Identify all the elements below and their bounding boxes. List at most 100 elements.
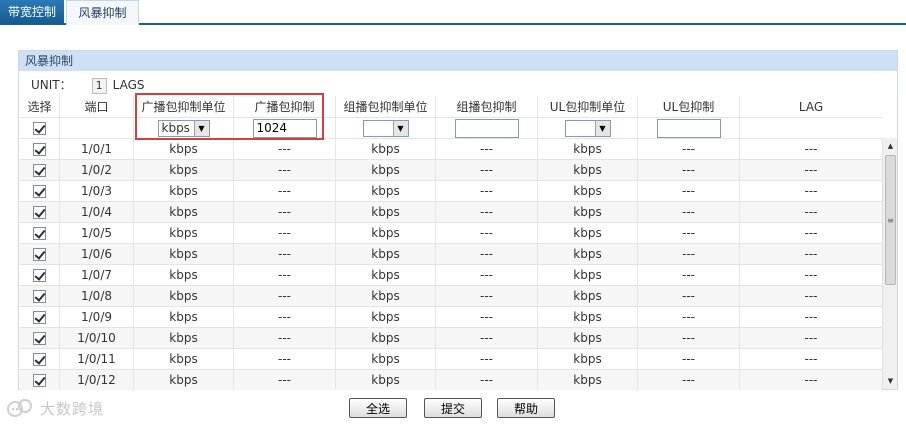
cell-multicast-rate: --- [436, 244, 538, 264]
chevron-down-icon: ▼ [594, 120, 610, 136]
watermark-logo-icon [7, 399, 32, 417]
ul-rate-input[interactable] [656, 118, 721, 138]
storm-control-panel: 风暴抑制 UNIT： 1 LAGS 选择 端口 广播包抑制单位 广播包抑制 组播包抑… [18, 50, 898, 390]
lags-link[interactable]: LAGS [113, 78, 145, 92]
cell-multicast-unit: kbps [336, 202, 436, 222]
cell-lag: --- [804, 247, 818, 261]
cell-port: 1/0/7 [60, 265, 134, 285]
cell-multicast-rate: --- [436, 370, 538, 390]
row-checkbox[interactable] [33, 247, 46, 261]
cell-ul-unit: kbps [538, 286, 638, 306]
table-row[interactable]: 1/0/9 kbps --- kbps --- kbps --- --- [20, 306, 882, 327]
cell-lag: --- [804, 205, 818, 219]
cell-ul-rate: --- [638, 328, 740, 348]
cell-lag: --- [804, 352, 818, 366]
cell-multicast-unit: kbps [336, 265, 436, 285]
broadcast-unit-select[interactable]: kbps ▼ [157, 119, 210, 137]
cell-multicast-unit: kbps [336, 139, 436, 159]
cell-multicast-unit: kbps [336, 307, 436, 327]
table-row[interactable]: 1/0/4 kbps --- kbps --- kbps --- --- [20, 201, 882, 222]
table-scrollbar[interactable]: ▲ ≡ ▼ [882, 138, 897, 389]
tab-storm-control[interactable]: 风暴抑制 [66, 0, 139, 25]
cell-broadcast-rate: --- [234, 160, 336, 180]
col-multicast-unit: 组播包抑制单位 [336, 96, 436, 117]
cell-broadcast-rate: --- [234, 286, 336, 306]
row-checkbox[interactable] [33, 142, 46, 156]
table-row[interactable]: 1/0/12 kbps --- kbps --- kbps --- --- [20, 369, 882, 390]
cell-broadcast-unit: kbps [134, 181, 234, 201]
submit-button[interactable]: 提交 [424, 398, 482, 418]
row-checkbox[interactable] [33, 163, 46, 177]
cell-multicast-unit: kbps [336, 349, 436, 369]
unit-row: UNIT： 1 LAGS [31, 76, 145, 94]
cell-ul-unit: kbps [538, 223, 638, 243]
unit-number-button[interactable]: 1 [91, 77, 107, 94]
watermark-text: 大数跨境 [40, 399, 105, 418]
tab-bandwidth-control[interactable]: 带宽控制 [0, 0, 64, 24]
cell-broadcast-unit: kbps [134, 244, 234, 264]
scroll-up-arrow-icon[interactable]: ▲ [883, 138, 898, 154]
multicast-unit-select[interactable]: ▼ [362, 119, 409, 137]
tab-bar: 带宽控制 风暴抑制 [0, 0, 906, 25]
col-broadcast-rate: 广播包抑制 [234, 96, 336, 117]
row-checkbox[interactable] [33, 373, 46, 387]
select-all-checkbox[interactable] [33, 121, 46, 135]
row-checkbox[interactable] [33, 331, 46, 345]
cell-lag: --- [804, 373, 818, 387]
table-row[interactable]: 1/0/2 kbps --- kbps --- kbps --- --- [20, 159, 882, 180]
ul-unit-select[interactable]: ▼ [564, 119, 611, 137]
cell-broadcast-rate: --- [234, 244, 336, 264]
cell-lag: --- [804, 163, 818, 177]
col-broadcast-unit: 广播包抑制单位 [134, 96, 234, 117]
port-table-body: 1/0/1 kbps --- kbps --- kbps --- --- 1/0/2 kbps --… [20, 138, 882, 390]
cell-multicast-unit: kbps [336, 286, 436, 306]
multicast-rate-input[interactable] [454, 118, 519, 138]
row-checkbox[interactable] [33, 226, 46, 240]
cell-broadcast-unit: kbps [134, 328, 234, 348]
select-all-button[interactable]: 全选 [349, 398, 407, 418]
cell-broadcast-rate: --- [234, 139, 336, 159]
col-port: 端口 [60, 96, 134, 117]
cell-ul-rate: --- [638, 244, 740, 264]
table-row[interactable]: 1/0/11 kbps --- kbps --- kbps --- --- [20, 348, 882, 369]
row-checkbox[interactable] [33, 289, 46, 303]
cell-lag: --- [804, 331, 818, 345]
cell-port: 1/0/10 [60, 328, 134, 348]
cell-multicast-rate: --- [436, 328, 538, 348]
table-row[interactable]: 1/0/5 kbps --- kbps --- kbps --- --- [20, 222, 882, 243]
cell-broadcast-rate: --- [234, 307, 336, 327]
cell-port: 1/0/8 [60, 286, 134, 306]
row-checkbox[interactable] [33, 268, 46, 282]
cell-multicast-unit: kbps [336, 328, 436, 348]
scrollbar-thumb[interactable]: ≡ [885, 155, 896, 285]
cell-ul-rate: --- [638, 202, 740, 222]
cell-broadcast-unit: kbps [134, 265, 234, 285]
cell-ul-rate: --- [638, 160, 740, 180]
cell-port: 1/0/9 [60, 307, 134, 327]
row-checkbox[interactable] [33, 184, 46, 198]
table-row[interactable]: 1/0/7 kbps --- kbps --- kbps --- --- [20, 264, 882, 285]
cell-broadcast-rate: --- [234, 328, 336, 348]
cell-multicast-rate: --- [436, 349, 538, 369]
col-ul-rate: UL包抑制 [638, 96, 740, 117]
cell-port: 1/0/4 [60, 202, 134, 222]
help-button[interactable]: 帮助 [497, 398, 555, 418]
table-row[interactable]: 1/0/1 kbps --- kbps --- kbps --- --- [20, 138, 882, 159]
row-checkbox[interactable] [33, 205, 46, 219]
table-row[interactable]: 1/0/10 kbps --- kbps --- kbps --- --- [20, 327, 882, 348]
broadcast-rate-input[interactable] [252, 118, 317, 138]
cell-ul-unit: kbps [538, 328, 638, 348]
unit-label: UNIT： [31, 78, 72, 92]
scroll-down-arrow-icon[interactable]: ▼ [883, 373, 898, 389]
cell-broadcast-unit: kbps [134, 160, 234, 180]
cell-ul-unit: kbps [538, 349, 638, 369]
cell-multicast-rate: --- [436, 202, 538, 222]
col-select: 选择 [20, 96, 60, 117]
row-checkbox[interactable] [33, 310, 46, 324]
cell-broadcast-rate: --- [234, 181, 336, 201]
table-row[interactable]: 1/0/3 kbps --- kbps --- kbps --- --- [20, 180, 882, 201]
table-row[interactable]: 1/0/6 kbps --- kbps --- kbps --- --- [20, 243, 882, 264]
panel-title: 风暴抑制 [19, 51, 897, 71]
table-row[interactable]: 1/0/8 kbps --- kbps --- kbps --- --- [20, 285, 882, 306]
row-checkbox[interactable] [33, 352, 46, 366]
